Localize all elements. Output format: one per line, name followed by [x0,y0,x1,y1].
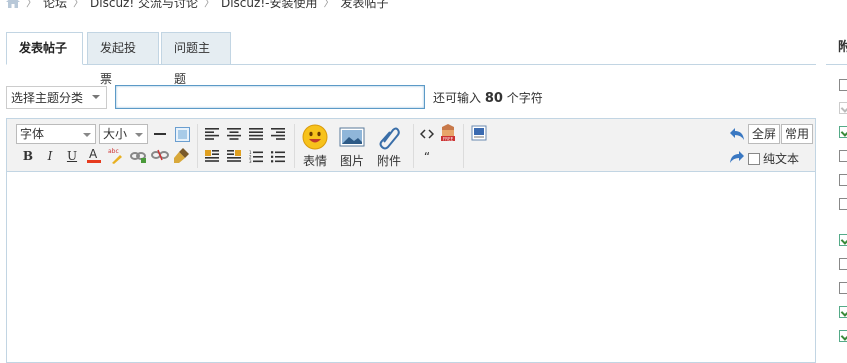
title-input[interactable] [115,85,425,109]
undo-icon[interactable] [728,125,746,143]
plain-text-toggle[interactable]: 纯文本 [748,150,799,167]
home-icon[interactable] [6,0,20,8]
option-checkbox[interactable] [839,234,847,246]
float-right-icon[interactable] [225,147,243,165]
image-icon [339,127,365,147]
font-family-dropdown[interactable]: 字体 [16,124,96,144]
svg-text:abc: abc [108,148,119,155]
option-checkbox[interactable] [839,282,847,294]
horizontal-rule-icon[interactable] [151,125,169,143]
free-content-icon[interactable]: FREE [439,124,457,142]
tab-question-thread[interactable]: 问题主题 [161,32,231,86]
highlight-icon[interactable]: abc [107,146,125,164]
italic-button[interactable]: I [41,147,59,165]
unordered-list-icon[interactable] [269,147,287,165]
toolbar-divider [294,124,295,168]
float-left-icon[interactable] [203,147,221,165]
subject-row: 选择主题分类 还可输入 80 个字符 [6,85,543,109]
code-icon[interactable] [418,125,436,143]
quote-button[interactable]: “ [418,148,436,166]
align-justify-icon[interactable] [247,125,265,143]
toolbar-divider [463,124,464,168]
hint-prefix: 还可输入 [433,90,482,105]
svg-text:FREE: FREE [443,137,454,142]
post-editor: 字体 大小 B I U A abc 1 2 3 表情 图片 附件 FREE “ … [6,118,816,363]
align-left-icon[interactable] [203,125,221,143]
option-checkbox[interactable] [839,258,847,270]
underline-button[interactable]: U [63,147,81,165]
align-right-icon[interactable] [269,125,287,143]
tab-new-thread[interactable]: 发表帖子 [6,32,83,65]
svg-text:3: 3 [249,159,252,163]
side-panel-divider [826,64,847,65]
background-color-icon[interactable] [173,125,191,143]
chevron-down-icon [83,133,91,137]
toolbar-divider [197,124,198,168]
breadcrumb-separator: 〉 [26,0,37,9]
link-icon[interactable] [129,146,147,164]
chevron-down-icon [92,95,100,99]
emoticon-label: 表情 [302,154,327,168]
hint-suffix: 个字符 [506,90,543,105]
breadcrumb-item-install[interactable]: Discuz!-安装使用 [221,0,317,11]
common-mode-button[interactable]: 常用 [781,124,814,144]
option-checkbox[interactable] [839,126,847,138]
paste-word-icon[interactable] [470,124,488,142]
breadcrumb-item-current: 发表帖子 [340,0,389,10]
option-checkbox[interactable] [839,198,847,210]
svg-text:A: A [89,147,98,161]
option-checkbox[interactable] [839,79,847,91]
option-checkbox[interactable] [839,306,847,318]
redo-icon[interactable] [728,148,746,166]
unlink-icon[interactable] [151,146,169,164]
editor-content-area[interactable] [7,172,815,362]
fullscreen-button[interactable]: 全屏 [748,124,781,144]
breadcrumb-item-discussion[interactable]: Discuz! 交流与讨论 [90,0,198,11]
font-size-label: 大小 [103,127,128,141]
toolbar-divider [413,124,414,168]
image-label: 图片 [339,154,364,168]
font-size-dropdown[interactable]: 大小 [99,124,148,144]
side-panel-title: 附 [838,40,847,55]
emoticon-button[interactable]: 表情 [299,124,331,169]
plain-text-checkbox[interactable] [748,152,760,165]
hint-count: 80 [484,90,503,106]
smiley-icon [302,124,328,150]
align-center-icon[interactable] [225,125,243,143]
post-type-tabs: 发表帖子 发起投票 问题主题 [6,32,816,86]
attachment-label: 附件 [376,154,401,168]
clear-format-icon[interactable] [173,146,191,164]
breadcrumb-separator: 〉 [323,0,335,9]
option-checkbox[interactable] [839,102,847,114]
breadcrumb-separator: 〉 [73,0,85,9]
plain-text-label: 纯文本 [763,152,800,166]
editor-toolbar: 字体 大小 B I U A abc 1 2 3 表情 图片 附件 FREE “ … [7,119,815,172]
font-family-label: 字体 [20,127,45,141]
font-color-icon[interactable]: A [85,146,103,164]
option-checkbox[interactable] [839,174,847,186]
chevron-down-icon [135,133,143,137]
char-limit-hint: 还可输入 80 个字符 [433,89,543,106]
tab-new-poll[interactable]: 发起投票 [87,32,159,86]
option-checkbox[interactable] [839,330,847,342]
option-checkbox[interactable] [839,150,847,162]
breadcrumb: 〉 论坛 〉 Discuz! 交流与讨论 〉 Discuz!-安装使用 〉 发表… [6,0,388,10]
paperclip-icon [379,127,400,150]
attachment-button[interactable]: 附件 [373,124,405,169]
category-select-label: 选择主题分类 [11,90,84,105]
category-select[interactable]: 选择主题分类 [6,85,107,109]
breadcrumb-separator: 〉 [203,0,215,9]
breadcrumb-item-forum[interactable]: 论坛 [43,0,67,11]
ordered-list-icon[interactable]: 123 [247,147,265,165]
image-button[interactable]: 图片 [336,124,368,169]
bold-button[interactable]: B [19,147,37,165]
